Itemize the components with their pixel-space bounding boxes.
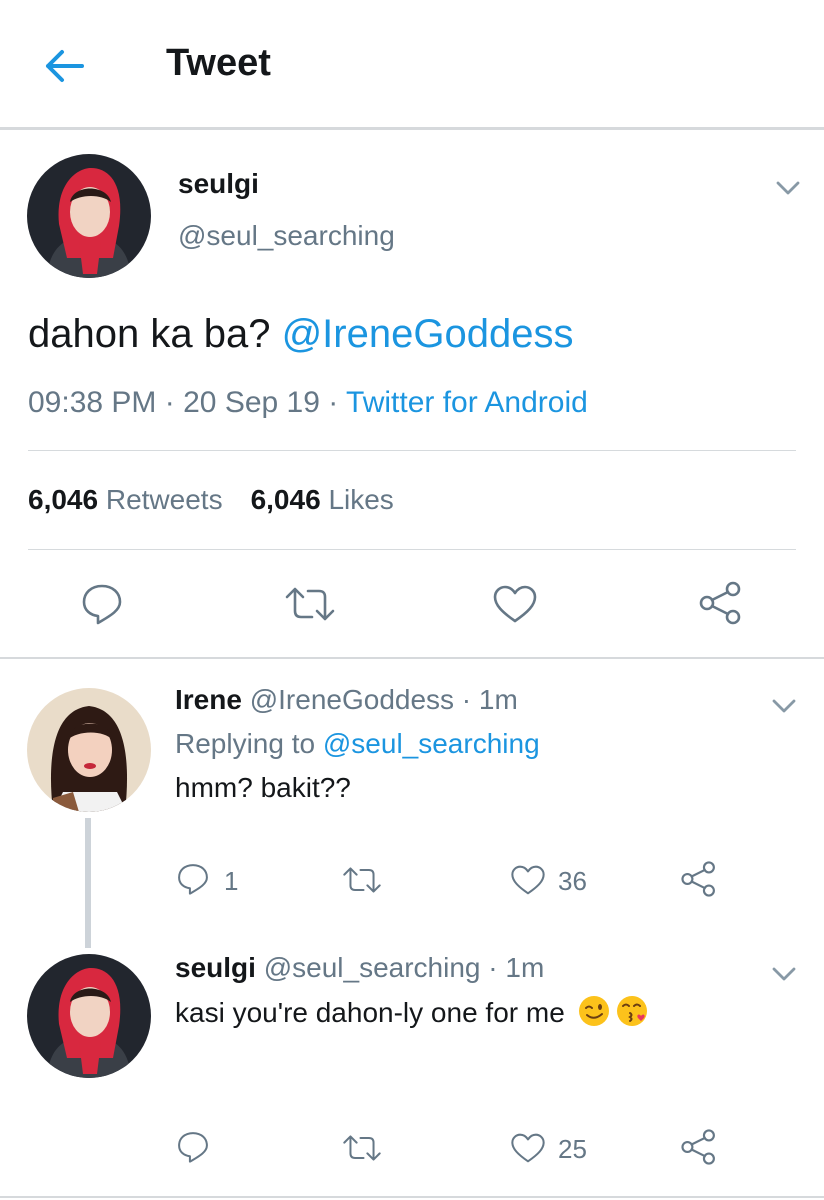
replying-prefix: Replying to bbox=[175, 728, 323, 759]
author-handle[interactable]: @seul_searching bbox=[178, 220, 395, 252]
section-divider bbox=[0, 1196, 824, 1198]
reply-author-name[interactable]: seulgi bbox=[175, 952, 256, 983]
share-button[interactable] bbox=[680, 860, 718, 903]
heart-icon bbox=[493, 585, 537, 623]
retweet-icon bbox=[343, 867, 381, 893]
chevron-down-icon bbox=[776, 181, 800, 195]
back-arrow-icon bbox=[46, 50, 84, 82]
tweet-text: dahon ka ba? @IreneGoddess bbox=[28, 312, 573, 357]
tweet-time: 09:38 PM bbox=[28, 386, 157, 419]
section-divider bbox=[0, 657, 824, 659]
meta-separator: · bbox=[328, 386, 339, 419]
tweet-source-link[interactable]: Twitter for Android bbox=[346, 386, 588, 419]
retweet-icon bbox=[285, 587, 335, 621]
reply-text: kasi you're dahon-ly one for me bbox=[175, 994, 649, 1029]
reply-options-button[interactable] bbox=[770, 696, 798, 716]
avatar[interactable] bbox=[27, 154, 151, 278]
retweets-label: Retweets bbox=[105, 484, 223, 515]
face-blowing-kiss-icon bbox=[616, 996, 647, 1026]
like-button[interactable] bbox=[492, 584, 538, 629]
back-button[interactable] bbox=[40, 46, 88, 86]
heart-icon bbox=[511, 865, 545, 895]
tweet-options-button[interactable] bbox=[774, 178, 802, 198]
heart-icon bbox=[511, 1133, 545, 1163]
author-name[interactable]: seulgi bbox=[178, 168, 259, 200]
reply-icon bbox=[178, 864, 208, 895]
reply-count: 1 bbox=[224, 866, 239, 896]
reply-button[interactable] bbox=[80, 582, 124, 631]
share-icon bbox=[681, 1129, 715, 1165]
reply-button[interactable] bbox=[176, 862, 210, 901]
like-count: 36 bbox=[558, 866, 587, 896]
winking-face-icon bbox=[578, 996, 609, 1026]
reply-author-handle[interactable]: @IreneGoddess bbox=[250, 684, 454, 715]
retweets-count: 6,046 bbox=[28, 484, 99, 515]
reply-button[interactable] bbox=[176, 1130, 210, 1169]
likes-stat[interactable]: 6,046 Likes bbox=[251, 484, 394, 515]
thread-line bbox=[85, 818, 91, 948]
like-button[interactable] bbox=[510, 864, 546, 901]
reply-icon bbox=[178, 1132, 208, 1163]
retweet-button[interactable] bbox=[342, 864, 382, 901]
reply-options-button[interactable] bbox=[770, 964, 798, 984]
page-title: Tweet bbox=[166, 42, 271, 84]
reply-author-handle[interactable]: @seul_searching bbox=[264, 952, 481, 983]
divider bbox=[28, 450, 796, 451]
retweet-button[interactable] bbox=[342, 1132, 382, 1169]
likes-count: 6,046 bbox=[250, 484, 321, 515]
share-button[interactable] bbox=[680, 1128, 718, 1171]
retweet-icon bbox=[343, 1135, 381, 1161]
chevron-down-icon bbox=[772, 967, 796, 981]
likes-label: Likes bbox=[328, 484, 394, 515]
mention-link[interactable]: @IreneGoddess bbox=[282, 312, 574, 356]
reply-time: 1m bbox=[505, 952, 545, 983]
replying-to: Replying to @seul_searching bbox=[175, 728, 540, 760]
share-button[interactable] bbox=[698, 580, 744, 631]
tweet-date: 20 Sep 19 bbox=[183, 386, 320, 419]
like-button[interactable] bbox=[510, 1132, 546, 1169]
share-icon bbox=[699, 581, 741, 625]
avatar[interactable] bbox=[27, 688, 151, 812]
like-count: 25 bbox=[558, 1134, 587, 1164]
reply-header: seulgi @seul_searching · 1m bbox=[175, 952, 545, 983]
reply-header: Irene @IreneGoddess · 1m bbox=[175, 684, 518, 715]
retweet-button[interactable] bbox=[284, 584, 336, 629]
divider bbox=[28, 549, 796, 550]
reply-icon bbox=[82, 584, 122, 625]
tweet-text-body: dahon ka ba? bbox=[28, 312, 282, 356]
replying-to-link[interactable]: @seul_searching bbox=[323, 728, 540, 759]
tweet-meta: 09:38 PM · 20 Sep 19 · Twitter for Andro… bbox=[28, 386, 588, 420]
meta-separator: · bbox=[164, 386, 175, 419]
reply-time: 1m bbox=[478, 684, 518, 715]
reply-text-body: kasi you're dahon-ly one for me bbox=[175, 997, 565, 1028]
reply-text: hmm? bakit?? bbox=[175, 772, 351, 803]
retweets-stat[interactable]: 6,046 Retweets bbox=[28, 484, 223, 515]
app-header: Tweet bbox=[0, 0, 824, 130]
avatar[interactable] bbox=[27, 954, 151, 1078]
chevron-down-icon bbox=[772, 699, 796, 713]
tweet-stats: 6,046 Retweets 6,046 Likes bbox=[28, 484, 394, 516]
reply-author-name[interactable]: Irene bbox=[175, 684, 242, 715]
share-icon bbox=[681, 861, 715, 897]
